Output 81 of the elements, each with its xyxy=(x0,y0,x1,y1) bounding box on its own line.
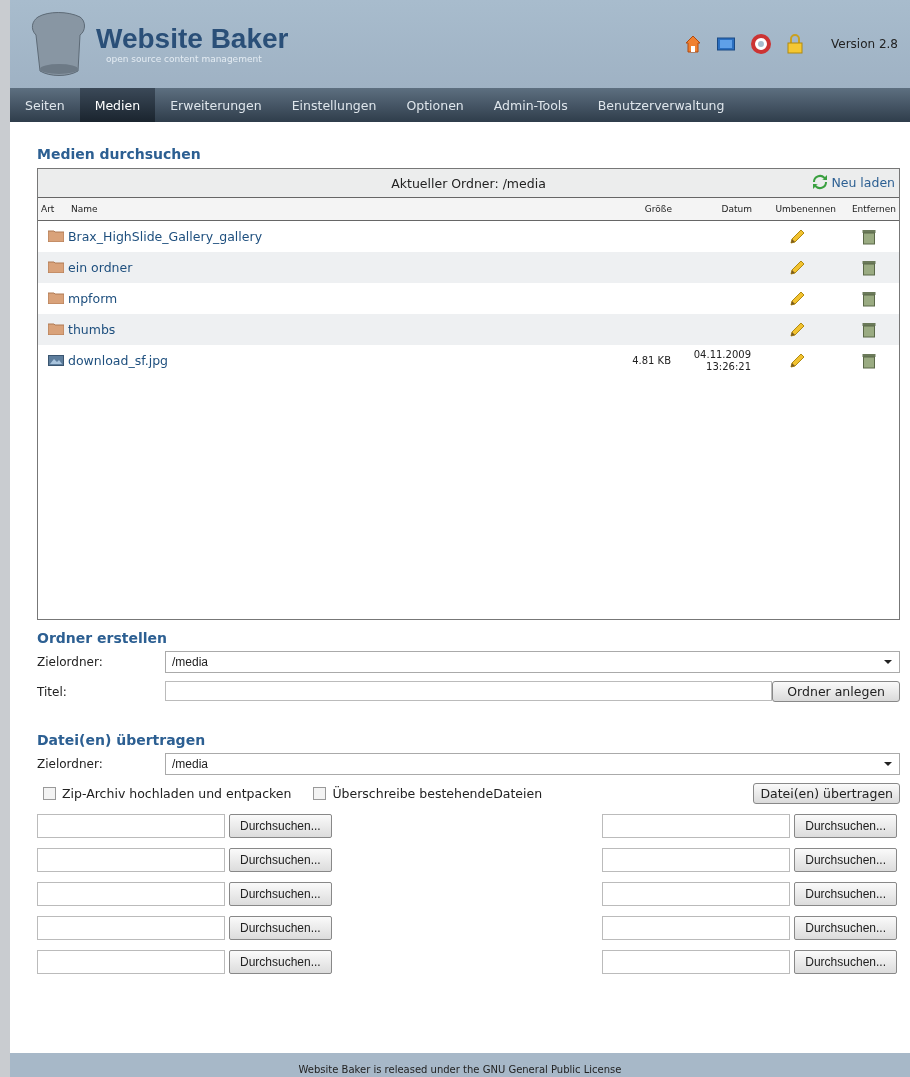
nav-tab[interactable]: Optionen xyxy=(391,88,479,122)
file-name-link[interactable]: mpform xyxy=(68,291,595,306)
folder-select[interactable]: /media xyxy=(165,753,900,775)
checkbox-label: Überschreibe bestehendeDateien xyxy=(332,786,543,801)
section-heading: Datei(en) übertragen xyxy=(37,732,207,748)
current-folder-label: Aktueller Ordner: /media xyxy=(391,175,546,191)
browse-button[interactable]: Durchsuchen... xyxy=(794,882,897,906)
field-label: Zielordner: xyxy=(37,655,104,669)
browse-button[interactable]: Durchsuchen... xyxy=(794,916,897,940)
file-path-field[interactable] xyxy=(602,916,791,940)
folder-select[interactable]: /media xyxy=(165,651,900,673)
padlock-icon[interactable] xyxy=(786,34,803,54)
file-size: 4.81 KB xyxy=(631,354,672,367)
caret-icon xyxy=(883,761,893,767)
trash-icon[interactable] xyxy=(862,321,876,338)
pencil-icon[interactable] xyxy=(788,258,806,277)
nav-tab[interactable]: Admin-Tools xyxy=(478,88,583,122)
logo-title: Website Baker xyxy=(96,24,289,54)
nav-tab[interactable]: Erweiterungen xyxy=(155,88,277,122)
pencil-icon[interactable] xyxy=(788,289,806,308)
file-path-field[interactable] xyxy=(37,950,225,974)
checkbox[interactable] xyxy=(43,787,56,800)
version-label: Version 2.8 xyxy=(830,37,898,51)
folder-icon xyxy=(48,321,64,335)
browse-button[interactable]: Durchsuchen... xyxy=(229,916,332,940)
browse-button[interactable]: Durchsuchen... xyxy=(229,848,332,872)
section-heading: Medien durchsuchen xyxy=(37,146,202,162)
pencil-icon[interactable] xyxy=(788,320,806,339)
file-path-field[interactable] xyxy=(37,848,225,872)
trash-icon[interactable] xyxy=(862,352,876,369)
field-label: Titel: xyxy=(37,684,68,699)
file-path-field[interactable] xyxy=(602,882,791,906)
house-icon[interactable] xyxy=(684,35,701,53)
nav-tab[interactable]: Seiten xyxy=(10,88,80,122)
image-file-icon xyxy=(48,352,64,366)
footer-text: Website Baker is released under the GNU General Public License xyxy=(298,1064,622,1075)
checkbox[interactable] xyxy=(313,787,327,800)
file-name-link[interactable]: download_sf.jpg xyxy=(68,353,595,368)
nav-tab[interactable]: Medien xyxy=(79,88,156,122)
file-path-field[interactable] xyxy=(602,848,791,872)
checkbox-label: Zip-Archiv hochladen und entpacken xyxy=(62,786,292,801)
browse-button[interactable]: Durchsuchen... xyxy=(794,814,897,838)
lifebuoy-icon[interactable] xyxy=(750,34,771,54)
file-path-field[interactable] xyxy=(602,950,791,974)
column-header: Art xyxy=(40,204,56,214)
file-path-field[interactable] xyxy=(37,814,225,838)
section-heading: Ordner erstellen xyxy=(37,630,169,646)
caret-icon xyxy=(883,659,893,665)
pencil-icon[interactable] xyxy=(788,227,806,246)
reload-link[interactable]: Neu laden xyxy=(831,174,895,190)
column-header: Größe xyxy=(643,204,673,214)
logo-subtitle: open source content management xyxy=(106,54,263,64)
browse-button[interactable]: Durchsuchen... xyxy=(229,882,332,906)
monitor-icon[interactable] xyxy=(716,37,735,51)
refresh-icon[interactable] xyxy=(812,174,829,190)
title-field[interactable] xyxy=(165,681,773,701)
trash-icon[interactable] xyxy=(862,290,876,307)
nav-tab[interactable]: Einstellungen xyxy=(276,88,392,122)
trash-icon[interactable] xyxy=(862,228,876,245)
file-date: 04.11.2009 13:26:21 xyxy=(692,348,752,373)
column-header: Entfernen xyxy=(850,204,897,214)
file-name-link[interactable]: Brax_HighSlide_Gallery_gallery xyxy=(68,229,595,244)
file-path-field[interactable] xyxy=(37,882,225,906)
file-path-field[interactable] xyxy=(37,916,225,940)
file-path-field[interactable] xyxy=(602,814,791,838)
nav-tab[interactable]: Benutzerverwaltung xyxy=(582,88,740,122)
pencil-icon[interactable] xyxy=(788,351,806,370)
browse-button[interactable]: Durchsuchen... xyxy=(229,950,332,974)
browse-button[interactable]: Durchsuchen... xyxy=(229,814,332,838)
upload-button[interactable]: Datei(en) übertragen xyxy=(753,783,900,804)
column-header: Umbenennen xyxy=(774,204,837,214)
folder-icon xyxy=(48,290,64,304)
column-header: Name xyxy=(70,204,99,214)
folder-icon xyxy=(48,228,64,242)
browse-button[interactable]: Durchsuchen... xyxy=(794,848,897,872)
create-folder-button[interactable]: Ordner anlegen xyxy=(772,681,900,702)
trash-icon[interactable] xyxy=(862,259,876,276)
folder-icon xyxy=(48,259,64,273)
field-label: Zielordner: xyxy=(37,757,104,771)
column-header: Datum xyxy=(720,204,753,214)
browse-button[interactable]: Durchsuchen... xyxy=(794,950,897,974)
